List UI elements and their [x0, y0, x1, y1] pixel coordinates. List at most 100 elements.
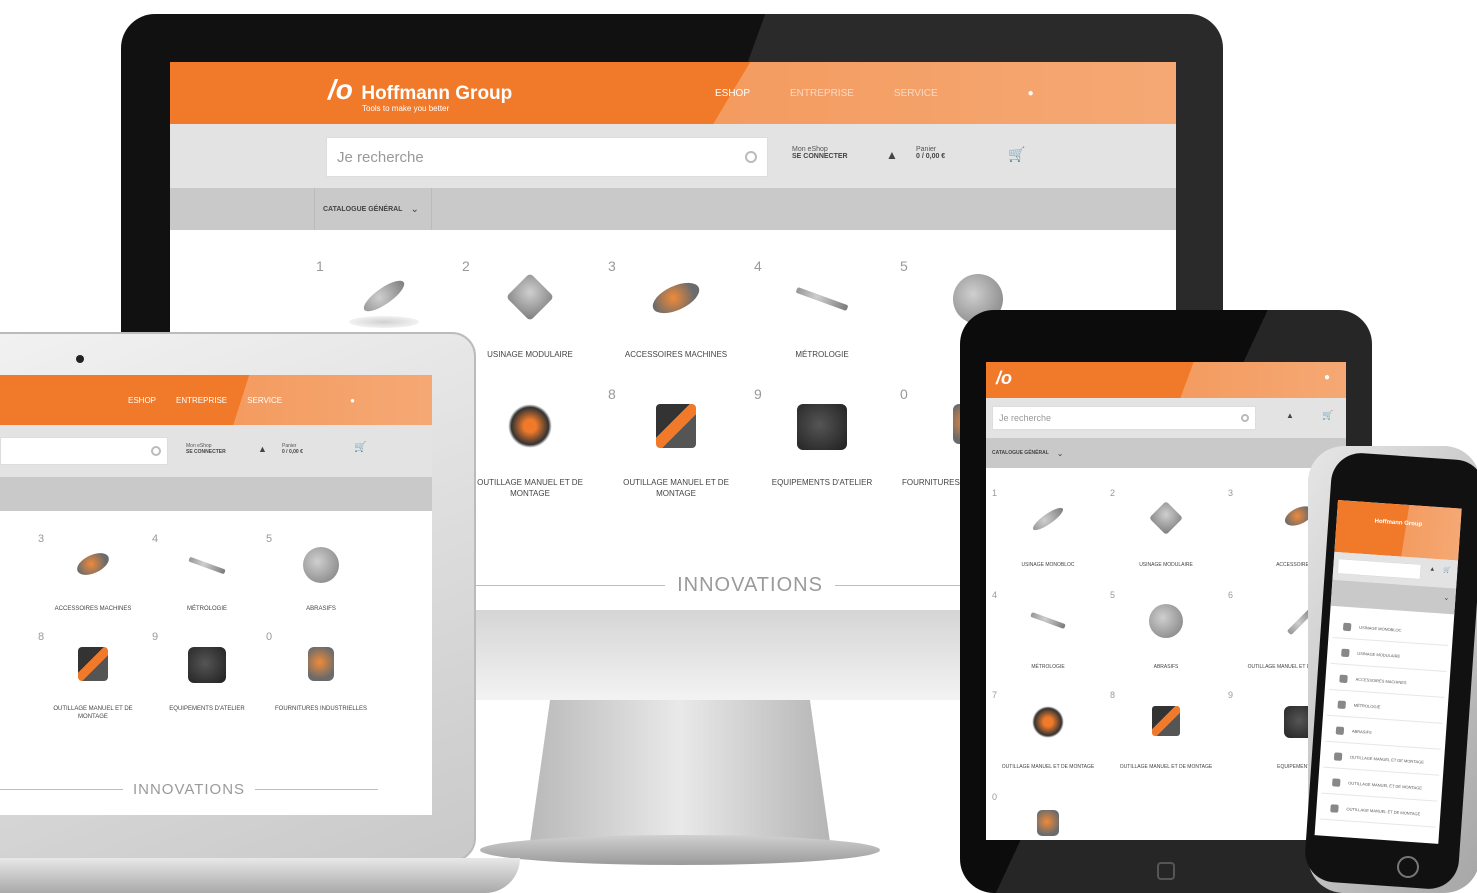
category-number: 6: [1228, 590, 1234, 600]
category-tile[interactable]: 1 USINAGE MONOBLOC: [992, 488, 1104, 578]
catalog-bar: [0, 477, 432, 511]
cart-value: 0 / 0,00 €: [916, 153, 946, 160]
workbench-image: [188, 647, 226, 683]
innovations-heading: INNOVATIONS: [0, 781, 378, 798]
category-number: 2: [462, 258, 470, 274]
search-input[interactable]: [1336, 558, 1422, 580]
screwdriver-icon: [1333, 751, 1343, 761]
catalog-bar: CATALOGUE GÉNÉRAL ⌄: [170, 188, 1176, 230]
end-mill-image: [1030, 504, 1066, 534]
search-bar-area: Je recherche ▲ 🛒: [986, 398, 1346, 438]
search-input[interactable]: [0, 437, 168, 465]
category-tile[interactable]: 4 MÉTROLOGIE: [754, 258, 890, 368]
account-link[interactable]: Mon eShop SE CONNECTER: [186, 443, 226, 455]
nav-service[interactable]: SERVICE: [247, 396, 282, 405]
catalog-dropdown[interactable]: CATALOGUE GÉNÉRAL ⌄: [314, 188, 432, 230]
category-tile[interactable]: 8 OUTILLAGE MANUEL ET DE MONTAGE: [1110, 690, 1222, 780]
search-icon[interactable]: [745, 151, 757, 163]
category-tile[interactable]: 3 ACCESSOIRES MACHINES: [608, 258, 744, 368]
caliper-image: [1030, 611, 1066, 630]
search-placeholder: Je recherche: [999, 413, 1052, 423]
category-label: ABRASIFS: [1153, 664, 1179, 670]
cart-icon[interactable]: 🛒: [1322, 410, 1333, 421]
user-icon[interactable]: ▲: [886, 148, 898, 162]
brand-name: Hoffmann Group: [1374, 518, 1423, 528]
category-tile[interactable]: 9 EQUIPEMENTS D'ATELIER: [754, 386, 890, 516]
globe-icon[interactable]: ●: [350, 396, 355, 405]
site-header: /o Hoffmann Group Tools to make you bett…: [170, 62, 1176, 124]
cart-value: 0 / 0,00 €: [282, 449, 303, 455]
end-mill-image: [359, 275, 409, 317]
home-button-icon[interactable]: [1157, 862, 1175, 880]
category-tile[interactable]: 4 MÉTROLOGIE: [992, 590, 1104, 680]
user-icon[interactable]: ▲: [1286, 411, 1294, 420]
category-number: 3: [1228, 488, 1234, 498]
nav-eshop[interactable]: ESHOP: [715, 88, 750, 99]
category-tile[interactable]: 2 USINAGE MODULAIRE: [462, 258, 598, 368]
category-tile[interactable]: 3 ACCESSOIRES MACHINES: [38, 533, 148, 633]
logo-icon[interactable]: /o: [996, 368, 1012, 389]
clamp-icon: [1330, 803, 1339, 813]
category-number: 1: [316, 258, 324, 274]
category-label: OUTILLAGE MANUEL ET DE MONTAGE: [1001, 764, 1095, 770]
category-number: 8: [608, 386, 616, 402]
cart-summary[interactable]: Panier 0 / 0,00 €: [916, 146, 945, 160]
category-tile[interactable]: 2 USINAGE MODULAIRE: [1110, 488, 1222, 578]
catalog-label: CATALOGUE GÉNÉRAL: [992, 450, 1049, 456]
category-tile[interactable]: 8 OUTILLAGE MANUEL ET DE MONTAGE: [608, 386, 744, 516]
cart-summary[interactable]: Panier 0 / 0,00 €: [282, 443, 303, 455]
nav-entreprise[interactable]: ENTREPRISE: [790, 88, 854, 99]
nav-eshop[interactable]: ESHOP: [128, 396, 156, 405]
drill-image: [308, 647, 334, 681]
home-button-icon[interactable]: [1397, 856, 1419, 878]
category-tile[interactable]: 5 ABRASIFS: [266, 533, 376, 633]
category-tile[interactable]: 7 OUTILLAGE MANUEL ET DE MONTAGE: [992, 690, 1104, 780]
main-nav: ESHOP ENTREPRISE SERVICE ●: [128, 375, 355, 425]
tablet-screen: /o ● Je recherche ▲ 🛒 CATALOGUE GÉNÉRAL …: [986, 362, 1346, 840]
catalog-label: CATALOGUE GÉNÉRAL: [323, 205, 403, 213]
caliper-image: [795, 286, 849, 312]
chevron-down-icon: ⌄: [410, 203, 419, 215]
cart-icon[interactable]: 🛒: [354, 442, 366, 453]
innovations-title: INNOVATIONS: [677, 574, 823, 596]
category-tile[interactable]: 4 MÉTROLOGIE: [152, 533, 262, 633]
clamp-image: [78, 647, 108, 681]
chevron-down-icon[interactable]: ⌄: [1443, 594, 1449, 602]
search-input[interactable]: Je recherche: [326, 137, 768, 177]
brand-logo[interactable]: /o Hoffmann Group Tools to make you bett…: [328, 74, 512, 113]
menu-icon[interactable]: ●: [1324, 372, 1330, 383]
clamp-image: [656, 404, 696, 448]
category-number: 4: [152, 533, 159, 545]
category-label: ACCESSOIRES MACHINES: [54, 606, 132, 612]
catalog-bar: CATALOGUE GÉNÉRAL ⌄: [986, 438, 1346, 468]
globe-icon[interactable]: ●: [1028, 88, 1034, 99]
category-tile[interactable]: 9 EQUIPEMENTS D'ATELIER: [152, 631, 262, 731]
category-label: USINAGE MODULAIRE: [487, 350, 573, 359]
drill-image: [1037, 810, 1059, 836]
category-tile[interactable]: OUTILLAGE MANUEL ET DE MONTAGE: [462, 386, 598, 516]
category-label: ACCESSOIRES MACHINES: [624, 350, 728, 359]
brand-name: Hoffmann Group: [361, 83, 513, 104]
user-icon[interactable]: ▲: [1429, 567, 1435, 573]
category-label: MÉTROLOGIE: [186, 606, 227, 612]
abrasive-disc-image: [303, 547, 339, 583]
catalog-dropdown[interactable]: CATALOGUE GÉNÉRAL ⌄: [992, 438, 1063, 468]
category-tile[interactable]: 5 ABRASIFS: [1110, 590, 1222, 680]
category-tile[interactable]: 8 OUTILLAGE MANUEL ET DE MONTAGE: [38, 631, 148, 731]
nav-service[interactable]: SERVICE: [894, 88, 938, 99]
category-number: 9: [152, 631, 159, 643]
category-label: USINAGE MODULAIRE: [1139, 562, 1193, 568]
category-tile[interactable]: 0 FOURNITURES INDUSTRIELLES: [266, 631, 376, 731]
search-icon[interactable]: [1241, 414, 1249, 422]
cart-icon[interactable]: 🛒: [1008, 146, 1025, 163]
insert-image: [505, 272, 555, 322]
category-tile[interactable]: 0: [992, 792, 1104, 840]
account-link[interactable]: Mon eShop SE CONNECTER: [792, 146, 848, 160]
category-number: 7: [992, 690, 998, 700]
search-input[interactable]: Je recherche: [992, 406, 1256, 430]
category-number: 9: [1228, 690, 1234, 700]
search-icon[interactable]: [151, 446, 161, 456]
user-icon[interactable]: ▲: [258, 444, 267, 454]
nav-entreprise[interactable]: ENTREPRISE: [176, 396, 227, 405]
cart-icon[interactable]: 🛒: [1443, 567, 1451, 575]
